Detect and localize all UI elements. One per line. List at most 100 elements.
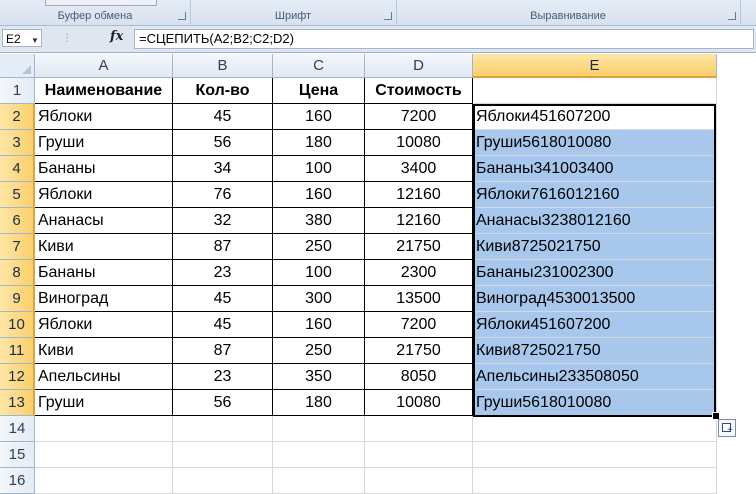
cell-e16[interactable]	[473, 468, 717, 494]
row-header-10[interactable]: 10	[0, 312, 35, 338]
column-header-b[interactable]: B	[173, 54, 273, 78]
cell-b1[interactable]: Кол-во	[173, 78, 273, 104]
cell-a14[interactable]	[35, 416, 173, 442]
row-header-1[interactable]: 1	[0, 78, 35, 104]
cell-e11[interactable]: Киви8725021750	[473, 338, 717, 364]
cell-c16[interactable]	[273, 468, 365, 494]
cell-e6[interactable]: Ананасы3238012160	[473, 208, 717, 234]
row-header-11[interactable]: 11	[0, 338, 35, 364]
column-header-a[interactable]: A	[35, 54, 173, 78]
cell-c14[interactable]	[273, 416, 365, 442]
cell-a12[interactable]: Апельсины	[35, 364, 173, 390]
cell-e9[interactable]: Виноград4530013500	[473, 286, 717, 312]
row-header-3[interactable]: 3	[0, 130, 35, 156]
cell-c6[interactable]: 380	[273, 208, 365, 234]
cell-b10[interactable]: 45	[173, 312, 273, 338]
cell-d12[interactable]: 8050	[365, 364, 473, 390]
cell-a9[interactable]: Виноград	[35, 286, 173, 312]
cell-d16[interactable]	[365, 468, 473, 494]
cell-e10[interactable]: Яблоки451607200	[473, 312, 717, 338]
cell-e13[interactable]: Груши5618010080	[473, 390, 717, 416]
cell-c12[interactable]: 350	[273, 364, 365, 390]
cell-d14[interactable]	[365, 416, 473, 442]
cell-a2[interactable]: Яблоки	[35, 104, 173, 130]
row-header-16[interactable]: 16	[0, 468, 35, 494]
cell-d8[interactable]: 2300	[365, 260, 473, 286]
cell-a8[interactable]: Бананы	[35, 260, 173, 286]
cell-d5[interactable]: 12160	[365, 182, 473, 208]
cell-b11[interactable]: 87	[173, 338, 273, 364]
cell-b15[interactable]	[173, 442, 273, 468]
cell-c2[interactable]: 160	[273, 104, 365, 130]
column-header-e[interactable]: E	[473, 54, 717, 78]
dialog-launcher-icon[interactable]	[384, 12, 392, 20]
cell-a16[interactable]	[35, 468, 173, 494]
row-header-6[interactable]: 6	[0, 208, 35, 234]
cell-d9[interactable]: 13500	[365, 286, 473, 312]
cell-b12[interactable]: 23	[173, 364, 273, 390]
cell-e5[interactable]: Яблоки7616012160	[473, 182, 717, 208]
cell-b14[interactable]	[173, 416, 273, 442]
cell-e8[interactable]: Бананы231002300	[473, 260, 717, 286]
column-header-c[interactable]: C	[273, 54, 365, 78]
cell-d7[interactable]: 21750	[365, 234, 473, 260]
row-header-7[interactable]: 7	[0, 234, 35, 260]
dialog-launcher-icon[interactable]	[728, 12, 736, 20]
cell-c10[interactable]: 160	[273, 312, 365, 338]
formula-input[interactable]: =СЦЕПИТЬ(A2;B2;C2;D2)	[134, 29, 754, 49]
cell-a11[interactable]: Киви	[35, 338, 173, 364]
column-header-d[interactable]: D	[365, 54, 473, 78]
cell-a5[interactable]: Яблоки	[35, 182, 173, 208]
cell-a1[interactable]: Наименование	[35, 78, 173, 104]
insert-function-button[interactable]: fx	[110, 29, 123, 44]
select-all-corner[interactable]	[0, 54, 35, 78]
cell-c11[interactable]: 250	[273, 338, 365, 364]
cell-b7[interactable]: 87	[173, 234, 273, 260]
row-header-13[interactable]: 13	[0, 390, 35, 416]
cell-c15[interactable]	[273, 442, 365, 468]
cell-d15[interactable]	[365, 442, 473, 468]
cell-a6[interactable]: Ананасы	[35, 208, 173, 234]
cell-d13[interactable]: 10080	[365, 390, 473, 416]
cell-d11[interactable]: 21750	[365, 338, 473, 364]
row-header-4[interactable]: 4	[0, 156, 35, 182]
autofill-options-button[interactable]: +	[718, 419, 736, 437]
cell-d2[interactable]: 7200	[365, 104, 473, 130]
cell-b5[interactable]: 76	[173, 182, 273, 208]
cell-c4[interactable]: 100	[273, 156, 365, 182]
cell-e3[interactable]: Груши5618010080	[473, 130, 717, 156]
cell-e15[interactable]	[473, 442, 717, 468]
cell-d4[interactable]: 3400	[365, 156, 473, 182]
dialog-launcher-icon[interactable]	[178, 12, 186, 20]
cell-e2[interactable]: Яблоки451607200	[473, 104, 717, 130]
row-header-14[interactable]: 14	[0, 416, 35, 442]
row-header-15[interactable]: 15	[0, 442, 35, 468]
cell-a3[interactable]: Груши	[35, 130, 173, 156]
cell-d6[interactable]: 12160	[365, 208, 473, 234]
cell-d1[interactable]: Стоимость	[365, 78, 473, 104]
cell-a15[interactable]	[35, 442, 173, 468]
cell-b13[interactable]: 56	[173, 390, 273, 416]
cell-e4[interactable]: Бананы341003400	[473, 156, 717, 182]
cell-b16[interactable]	[173, 468, 273, 494]
cell-d3[interactable]: 10080	[365, 130, 473, 156]
row-header-12[interactable]: 12	[0, 364, 35, 390]
cell-b8[interactable]: 23	[173, 260, 273, 286]
cell-a4[interactable]: Бананы	[35, 156, 173, 182]
cell-b2[interactable]: 45	[173, 104, 273, 130]
cell-c8[interactable]: 100	[273, 260, 365, 286]
cell-c13[interactable]: 180	[273, 390, 365, 416]
cell-b3[interactable]: 56	[173, 130, 273, 156]
row-header-5[interactable]: 5	[0, 182, 35, 208]
cell-b6[interactable]: 32	[173, 208, 273, 234]
cell-c1[interactable]: Цена	[273, 78, 365, 104]
cell-a13[interactable]: Груши	[35, 390, 173, 416]
formula-bar-grip-icon[interactable]: ⋮	[62, 33, 72, 44]
cell-a7[interactable]: Киви	[35, 234, 173, 260]
cell-c7[interactable]: 250	[273, 234, 365, 260]
cell-e14[interactable]	[473, 416, 717, 442]
cell-a10[interactable]: Яблоки	[35, 312, 173, 338]
chevron-down-icon[interactable]: ▼	[31, 36, 39, 45]
cell-c9[interactable]: 300	[273, 286, 365, 312]
row-header-8[interactable]: 8	[0, 260, 35, 286]
